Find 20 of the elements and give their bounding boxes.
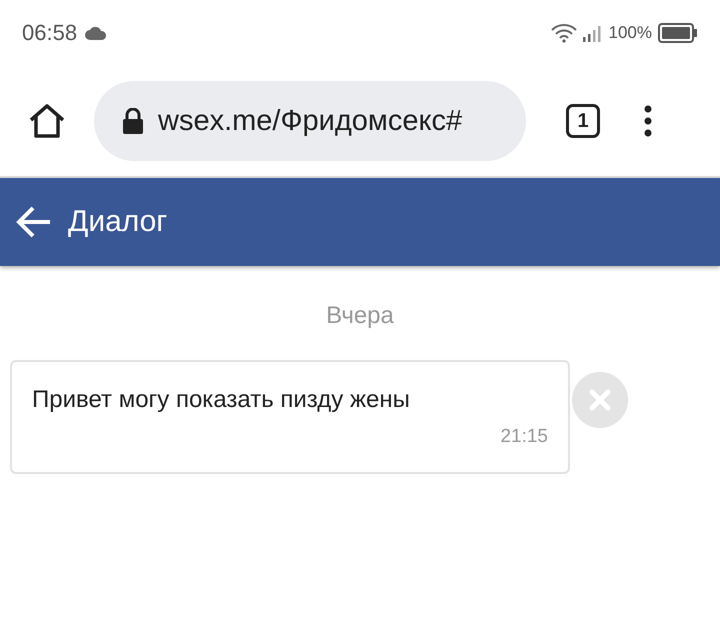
wifi-icon (550, 23, 577, 43)
close-icon (589, 389, 611, 411)
battery-percent: 100% (608, 23, 652, 43)
lock-icon (122, 108, 144, 134)
home-icon (28, 103, 66, 139)
menu-icon (644, 105, 652, 137)
message-time: 21:15 (500, 426, 548, 448)
back-arrow-icon (16, 206, 52, 238)
back-button[interactable] (16, 206, 52, 238)
signal-icon (582, 24, 603, 42)
address-bar[interactable]: wsex.me/Фридомсекс# (94, 81, 526, 161)
tab-count-button[interactable]: 1 (566, 104, 600, 138)
header-title: Диалог (68, 205, 168, 239)
cloud-icon (85, 26, 108, 40)
home-button[interactable] (28, 103, 66, 139)
battery-icon (658, 23, 698, 43)
menu-button[interactable] (644, 105, 652, 137)
clock-time: 06:58 (22, 20, 78, 46)
date-separator: Вчера (326, 302, 394, 330)
message-text: Привет могу показать пизду жены (32, 386, 411, 414)
